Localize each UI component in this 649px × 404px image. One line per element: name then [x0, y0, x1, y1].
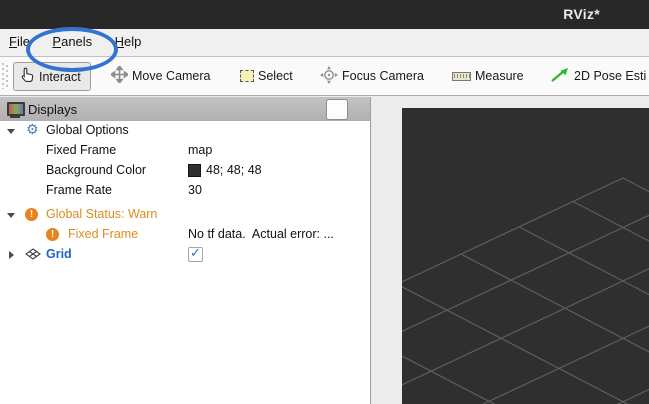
toolbar: Interact Move Camera Select [0, 57, 649, 96]
rviz-window: RViz* File Panels Help Interact [0, 0, 649, 404]
row-label: Global Options [46, 123, 129, 137]
row-label: Global Status: Warn [46, 207, 157, 221]
tree-row-global-status[interactable]: ! Global Status: Warn [0, 205, 370, 225]
hand-cursor-icon [19, 66, 36, 87]
tree-row-fixed-frame-warning[interactable]: ! Fixed Frame No tf data. Actual error: … [0, 225, 370, 245]
tool-interact-label: Interact [39, 70, 81, 84]
displays-tree: ⚙ Global Options Fixed Frame map Backgro… [0, 121, 370, 404]
displays-panel-title: Displays [28, 102, 77, 117]
tool-move-camera-label: Move Camera [132, 69, 211, 83]
green-arrow-icon [550, 67, 570, 86]
warning-icon: ! [25, 208, 38, 221]
tool-2d-pose-estimate[interactable]: 2D Pose Esti [550, 57, 646, 95]
gear-icon: ⚙ [26, 121, 39, 138]
tree-row-background-color[interactable]: Background Color 48; 48; 48 [0, 161, 370, 181]
warning-icon: ! [46, 228, 59, 241]
grid-icon [25, 248, 41, 263]
frame-rate-value[interactable]: 30 [188, 183, 202, 197]
row-label: Fixed Frame [68, 227, 138, 241]
tree-row-grid[interactable]: Grid ✓ [0, 245, 370, 265]
move-arrows-icon [111, 66, 128, 86]
menu-help[interactable]: Help [106, 29, 151, 53]
expand-arrow-icon[interactable] [9, 251, 14, 259]
tool-measure[interactable]: Measure [452, 57, 524, 95]
row-label: Grid [46, 247, 72, 261]
row-label: Frame Rate [46, 183, 112, 197]
render-viewport[interactable] [402, 108, 649, 404]
tool-2d-pose-estimate-label: 2D Pose Esti [574, 69, 646, 83]
grid-enabled-checkbox[interactable]: ✓ [188, 247, 203, 262]
collapse-arrow-icon[interactable] [7, 213, 15, 218]
ground-grid [402, 108, 649, 404]
color-swatch [188, 164, 201, 177]
tool-move-camera[interactable]: Move Camera [111, 57, 211, 95]
row-label: Background Color [46, 163, 146, 177]
warning-message: No tf data. Actual error: ... [188, 227, 334, 241]
displays-panel-header[interactable]: Displays [0, 97, 370, 121]
displays-panel: Displays ⚙ Global Options Fixed Frame ma… [0, 97, 371, 404]
monitor-icon [6, 101, 24, 118]
tool-interact-button[interactable]: Interact [13, 62, 91, 91]
title-bar: RViz* [0, 0, 649, 29]
focus-crosshair-icon [320, 66, 338, 87]
ruler-icon [452, 72, 471, 81]
fixed-frame-value[interactable]: map [188, 143, 212, 157]
row-label: Fixed Frame [46, 143, 116, 157]
checkbox-checked-icon[interactable]: ✓ [188, 247, 203, 262]
menu-file[interactable]: File [0, 29, 39, 53]
toolbar-grip-handle[interactable] [2, 63, 9, 89]
tool-select[interactable]: Select [240, 57, 293, 95]
menu-bar: File Panels Help [0, 29, 649, 57]
panel-undock-button[interactable] [326, 99, 348, 120]
window-title: RViz* [563, 6, 600, 22]
collapse-arrow-icon[interactable] [7, 129, 15, 134]
background-color-value[interactable]: 48; 48; 48 [188, 163, 262, 177]
tree-row-global-options[interactable]: ⚙ Global Options [0, 121, 370, 141]
tool-select-label: Select [258, 69, 293, 83]
tree-row-frame-rate[interactable]: Frame Rate 30 [0, 181, 370, 201]
selection-box-icon [240, 70, 254, 82]
tool-focus-camera-label: Focus Camera [342, 69, 424, 83]
menu-panels[interactable]: Panels [43, 29, 101, 53]
tool-measure-label: Measure [475, 69, 524, 83]
tree-row-fixed-frame[interactable]: Fixed Frame map [0, 141, 370, 161]
tool-focus-camera[interactable]: Focus Camera [320, 57, 424, 95]
